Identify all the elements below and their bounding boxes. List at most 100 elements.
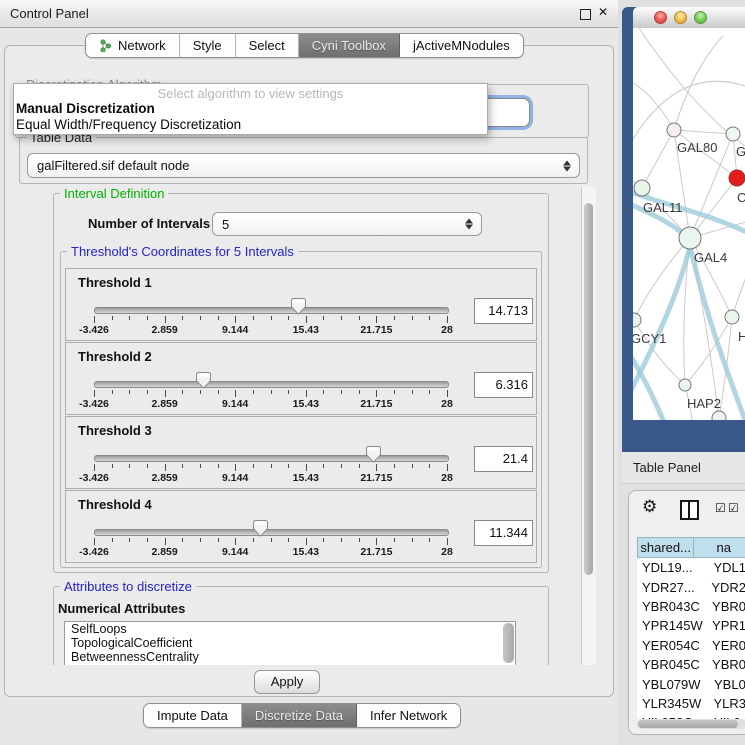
slider-tick-label: 21.715	[353, 472, 399, 484]
table-row[interactable]: YLR345WYLR3	[637, 694, 745, 713]
tab-network[interactable]: Network	[86, 34, 180, 57]
slider-track[interactable]	[94, 307, 449, 314]
slider-minor-tick	[253, 464, 254, 468]
num-intervals-combo[interactable]: 5	[212, 212, 482, 236]
attribute-list-item[interactable]: TopologicalCoefficient	[65, 636, 515, 650]
network-node-g2[interactable]	[726, 127, 740, 141]
numerical-attributes-list[interactable]: SelfLoopsTopologicalCoefficientBetweenne…	[64, 621, 516, 665]
slider-track[interactable]	[94, 381, 449, 388]
slider-minor-tick	[288, 316, 289, 320]
apply-button[interactable]: Apply	[254, 670, 320, 694]
bottom-tab-label: Impute Data	[157, 708, 228, 723]
table-row[interactable]: YDL19...YDL1	[637, 558, 745, 577]
bottom-tab-infer-network[interactable]: Infer Network	[357, 704, 460, 727]
slider-tick	[165, 538, 166, 545]
network-edge[interactable]	[685, 317, 732, 385]
tab-jactivemnodules[interactable]: jActiveMNodules	[400, 34, 523, 57]
slider-track[interactable]	[94, 455, 449, 462]
network-edge[interactable]	[642, 130, 674, 188]
slider-thumb[interactable]	[253, 520, 268, 537]
threshold-box: Threshold 4-3.4262.8599.14415.4321.71528…	[65, 490, 537, 563]
threshold-value-field[interactable]: 14.713	[474, 298, 533, 324]
horizontal-scrollbar[interactable]	[637, 719, 745, 729]
network-node-red-node[interactable]	[729, 170, 745, 186]
slider-thumb[interactable]	[366, 446, 381, 463]
table-row[interactable]: YBR045CYBR0	[637, 655, 745, 674]
network-node-gal11[interactable]	[634, 180, 650, 196]
attribute-list-item[interactable]: SelfLoops	[65, 622, 515, 636]
threshold-title: Threshold 3	[78, 423, 152, 438]
table-row[interactable]: YBR043CYBR0	[637, 597, 745, 616]
network-node-gal80[interactable]	[667, 123, 681, 137]
bottom-tab-impute-data[interactable]: Impute Data	[144, 704, 242, 727]
network-window-titlebar[interactable]	[633, 7, 745, 29]
threshold-title: Threshold 2	[78, 349, 152, 364]
close-light[interactable]	[654, 11, 667, 24]
slider-tick	[306, 390, 307, 397]
threshold-value-field[interactable]: 11.344	[474, 520, 533, 546]
threshold-value-field[interactable]: 6.316	[474, 372, 533, 398]
network-edge[interactable]	[633, 270, 634, 320]
slider-minor-tick	[253, 538, 254, 542]
slider-thumb[interactable]	[291, 298, 306, 315]
slider-tick-label: 15.43	[283, 546, 329, 558]
threshold-value-field[interactable]: 21.4	[474, 446, 533, 472]
close-icon[interactable]: ✕	[598, 5, 608, 19]
tab-style[interactable]: Style	[180, 34, 236, 57]
scrollbar-thumb[interactable]	[584, 203, 593, 575]
zoom-light[interactable]	[694, 11, 707, 24]
vertical-scrollbar[interactable]	[581, 187, 596, 665]
network-edge[interactable]	[732, 260, 745, 317]
thresholds-group: Threshold's Coordinates for 5 Intervals …	[60, 251, 542, 568]
float-window-icon[interactable]	[580, 9, 591, 20]
tab-select[interactable]: Select	[236, 34, 299, 57]
gear-icon[interactable]: ⚙	[642, 497, 657, 517]
threshold-box: Threshold 2-3.4262.8599.14415.4321.71528…	[65, 342, 537, 415]
minimize-light[interactable]	[674, 11, 687, 24]
network-canvas[interactable]: GAL80G.CGAL11GAL4GCY1HHAP2	[633, 28, 745, 420]
network-node-gal4[interactable]	[679, 227, 701, 249]
network-edge[interactable]	[633, 80, 674, 130]
columns-icon[interactable]	[680, 500, 699, 520]
table-row[interactable]: YBL079WYBL0	[637, 674, 745, 693]
table-cell: YDR2	[704, 580, 745, 595]
slider-minor-tick	[200, 464, 201, 468]
slider-minor-tick	[182, 538, 183, 542]
table-row[interactable]: YER054CYER0	[637, 636, 745, 655]
algorithm-popup-item[interactable]: Equal Width/Frequency Discretization	[16, 117, 241, 132]
algorithm-popup-item[interactable]: Manual Discretization	[16, 101, 155, 116]
network-icon	[99, 39, 112, 52]
network-node-b1[interactable]	[712, 411, 726, 420]
slider-track[interactable]	[94, 529, 449, 536]
scrollbar-thumb[interactable]	[638, 720, 738, 728]
table-cell: YBR0	[705, 657, 745, 672]
bottom-tab-discretize-data[interactable]: Discretize Data	[242, 704, 357, 727]
slider-minor-tick	[112, 316, 113, 320]
table-cell: YBL0	[707, 677, 745, 692]
table-column-header[interactable]: na	[694, 537, 745, 558]
checkbox-icon[interactable]: ☑	[715, 501, 726, 515]
slider-minor-tick	[412, 390, 413, 394]
tab-cyni-toolbox[interactable]: Cyni Toolbox	[299, 34, 400, 57]
slider-minor-tick	[394, 316, 395, 320]
network-edge-thick[interactable]	[690, 246, 745, 420]
cyni-toolbox-panel: Discretization Algorithm Table Data galF…	[4, 45, 614, 697]
slider-tick	[306, 538, 307, 545]
checkbox-icon[interactable]: ☑	[728, 501, 739, 515]
table-cell: YPR145W	[637, 618, 705, 633]
table-data-combo[interactable]: galFiltered.sif default node	[27, 153, 580, 178]
node-table[interactable]: shared...na YDL19...YDL1YDR27...YDR2YBR0…	[637, 537, 745, 719]
threshold-box: Threshold 3-3.4262.8599.14415.4321.71528…	[65, 416, 537, 489]
attribute-list-item[interactable]: BetweennessCentrality	[65, 650, 515, 664]
slider-minor-tick	[288, 538, 289, 542]
slider-minor-tick	[112, 538, 113, 542]
network-node-h-node[interactable]	[725, 310, 739, 324]
network-node-gcy1[interactable]	[633, 313, 641, 327]
network-edge[interactable]	[674, 130, 733, 134]
list-scrollbar[interactable]	[503, 623, 514, 663]
table-row[interactable]: YPR145WYPR1	[637, 616, 745, 635]
table-row[interactable]: YDR27...YDR2	[637, 577, 745, 596]
network-node-hap2[interactable]	[679, 379, 691, 391]
slider-thumb[interactable]	[196, 372, 211, 389]
table-column-header[interactable]: shared...	[637, 537, 694, 558]
